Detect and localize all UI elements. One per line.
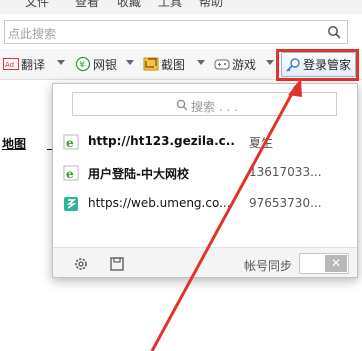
game-button[interactable]: 游戏 [214, 54, 256, 74]
screenshot-dropdown-icon[interactable] [197, 60, 205, 65]
svg-text:e: e [66, 136, 74, 150]
game-dropdown-icon[interactable] [266, 60, 274, 65]
account-sync-toggle[interactable]: ✕ [299, 253, 349, 274]
site-name: https://web.umeng.co... [88, 196, 231, 210]
menu-favorites[interactable]: 收藏 [117, 0, 141, 10]
menu-tools[interactable]: 工具 [158, 0, 182, 10]
key-icon [286, 57, 300, 72]
translate-button[interactable]: Ad 翻译 [3, 54, 45, 74]
panel-footer: 帐号同步 ✕ [53, 247, 357, 277]
panel-search-placeholder: 搜索 . . . [191, 100, 238, 114]
account-name: 13617033... [249, 165, 322, 179]
bank-icon: ¥ [75, 56, 91, 72]
svg-text:e: e [66, 167, 74, 181]
search-icon[interactable] [327, 25, 341, 39]
save-icon[interactable] [109, 256, 125, 272]
account-row[interactable]: e 用户登陆-中大网校 13617033... [53, 159, 357, 187]
settings-icon[interactable] [73, 256, 89, 272]
search-placeholder: 点此搜索 [8, 27, 57, 41]
translate-label: 翻译 [21, 57, 46, 72]
account-name: 97653730... [249, 196, 322, 210]
bank-dropdown-icon[interactable] [126, 60, 134, 65]
svg-text:¥: ¥ [79, 61, 85, 71]
menu-bar: 文件 查看 收藏 工具 帮助 [0, 0, 362, 14]
menu-file[interactable]: 文件 [25, 0, 49, 10]
translate-icon: Ad [3, 58, 19, 70]
umeng-icon [64, 197, 78, 211]
ie-icon: e [63, 165, 79, 181]
search-icon [176, 99, 188, 111]
site-name: http://ht123.gezila.c... [88, 134, 236, 148]
close-icon: ✕ [325, 255, 347, 272]
panel-search-input[interactable]: 搜索 . . . [72, 92, 337, 116]
svg-text:Ad: Ad [5, 61, 14, 69]
search-input[interactable]: 点此搜索 [4, 20, 348, 44]
account-row[interactable]: https://web.umeng.co... 97653730... [53, 190, 357, 218]
map-link[interactable]: 地图 [2, 135, 26, 152]
menu-view[interactable]: 查看 [75, 0, 99, 10]
login-manager-panel: 搜索 . . . e http://ht123.gezila.c... 夏生 e… [52, 83, 358, 278]
game-label: 游戏 [232, 57, 257, 72]
menu-help[interactable]: 帮助 [199, 0, 223, 10]
screenshot-button[interactable]: 截图 [143, 54, 185, 74]
screenshot-label: 截图 [161, 57, 186, 72]
login-manager-label: 登录管家 [303, 58, 352, 72]
bank-button[interactable]: ¥ 网银 [75, 54, 117, 74]
account-row[interactable]: e http://ht123.gezila.c... 夏生 [53, 128, 357, 156]
site-name: 用户登陆-中大网校 [88, 167, 189, 181]
bank-label: 网银 [93, 57, 118, 72]
account-sync-label: 帐号同步 [244, 259, 293, 273]
translate-dropdown-icon[interactable] [57, 60, 65, 65]
account-name: 夏生 [249, 136, 274, 150]
game-icon [214, 59, 230, 70]
screenshot-icon [143, 57, 159, 71]
ie-icon: e [63, 134, 79, 150]
login-manager-button[interactable]: 登录管家 [281, 52, 356, 77]
